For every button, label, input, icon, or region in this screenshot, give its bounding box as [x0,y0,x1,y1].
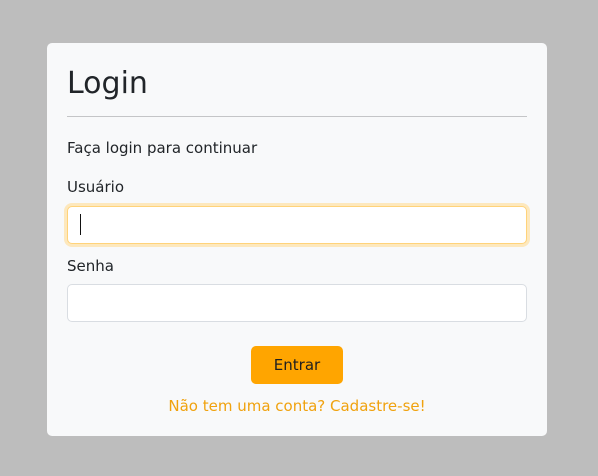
submit-button[interactable]: Entrar [251,346,343,384]
login-subtitle: Faça login para continuar [67,139,258,157]
text-cursor [80,214,81,235]
login-card: Login Faça login para continuar Usuário … [47,43,547,436]
username-input[interactable] [67,206,527,244]
page-title: Login [67,66,148,101]
password-input[interactable] [67,284,527,322]
password-label: Senha [67,257,114,275]
username-label: Usuário [67,178,125,196]
title-divider [67,116,527,117]
register-link[interactable]: Não tem uma conta? Cadastre-se! [47,395,547,417]
